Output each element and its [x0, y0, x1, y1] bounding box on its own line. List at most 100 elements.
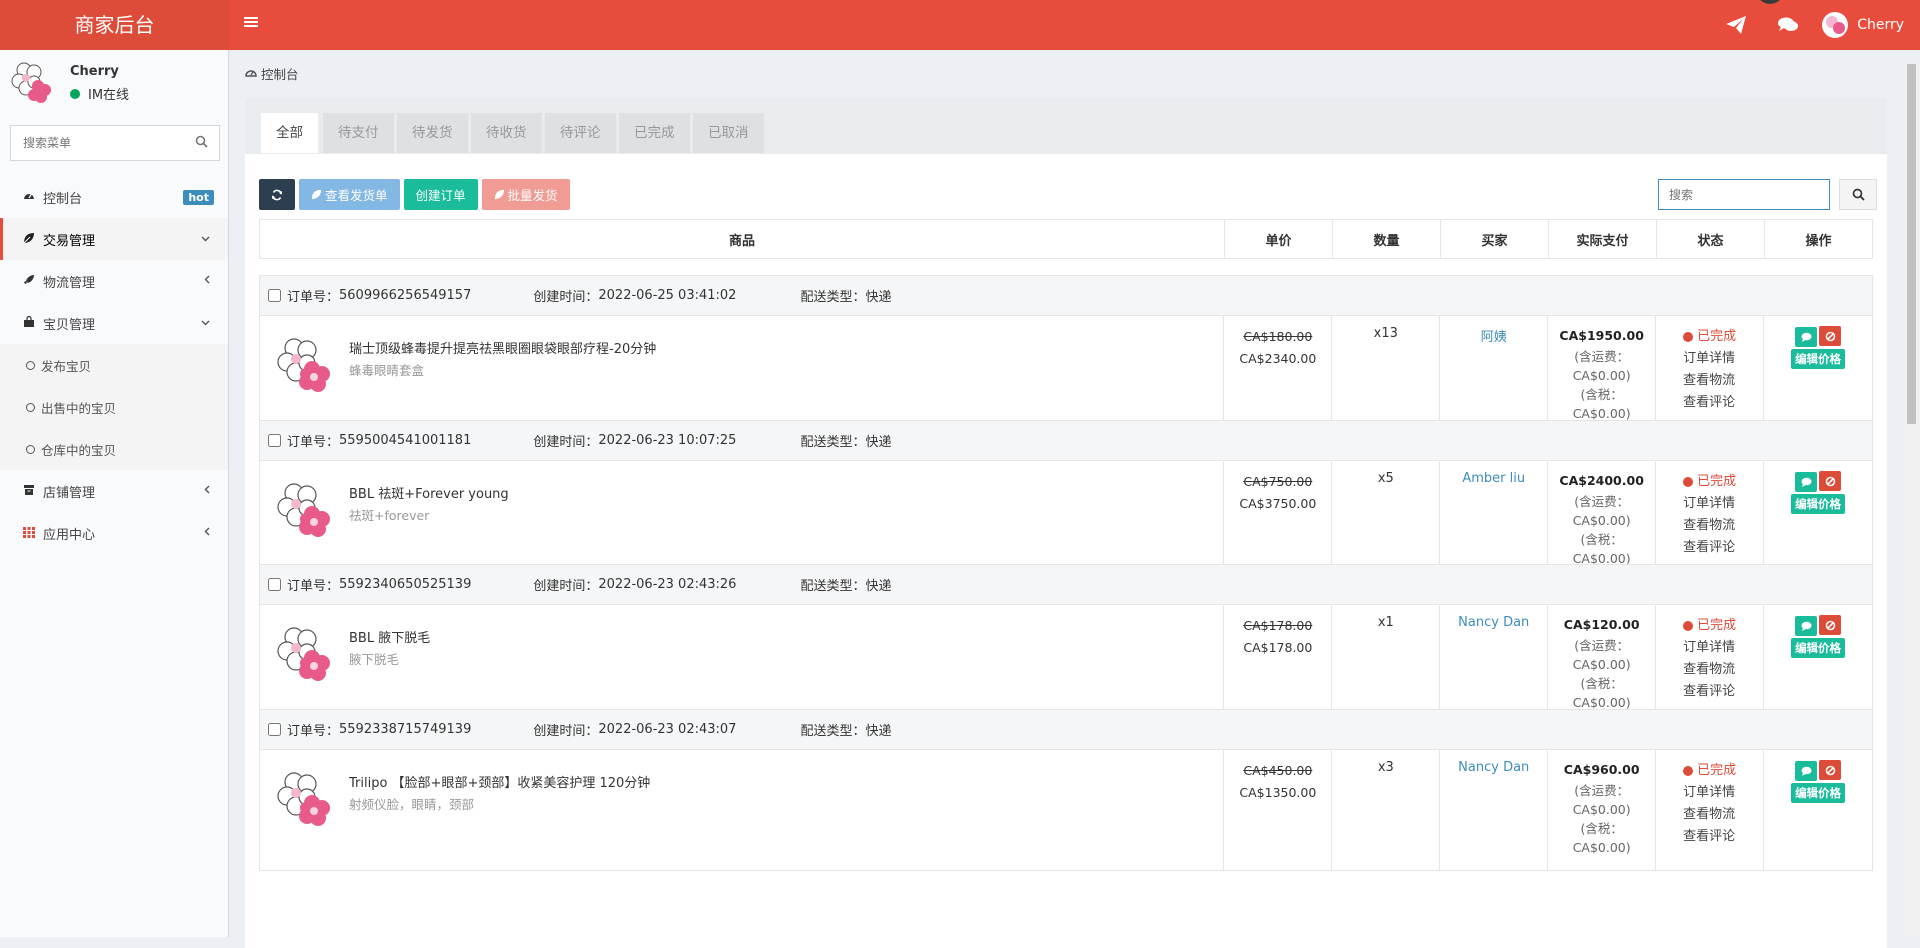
order-search-input[interactable]	[1658, 179, 1830, 210]
view-logistics-link[interactable]: 查看物流	[1683, 515, 1763, 537]
search-icon[interactable]	[195, 135, 209, 149]
user-panel: Cherry IM在线	[0, 50, 228, 115]
sidebar-toggle-icon[interactable]	[244, 14, 258, 33]
refresh-button[interactable]	[259, 179, 295, 210]
user-menu[interactable]: Cherry	[1814, 12, 1920, 38]
goods-thumbnail[interactable]	[274, 768, 336, 830]
goods-name[interactable]: 瑞士顶级蜂毒提升提亮祛黑眼圈眼袋眼部疗程-20分钟	[349, 338, 656, 357]
search-button[interactable]	[1839, 179, 1877, 210]
submenu-label: 仓库中的宝贝	[41, 442, 117, 458]
submenu-on-sale-goods[interactable]: 出售中的宝贝	[0, 386, 228, 428]
delivery-type-label: 配送类型：	[800, 724, 866, 739]
sidebar-item-logistics[interactable]: 物流管理	[0, 260, 228, 302]
scrollbar-thumb[interactable]	[1907, 64, 1916, 424]
buyer-link[interactable]: Amber liu	[1440, 461, 1549, 581]
tab-cancelled[interactable]: 已取消	[693, 113, 764, 153]
view-review-link[interactable]: 查看评论	[1683, 826, 1763, 848]
tab-completed[interactable]: 已完成	[619, 113, 690, 153]
menu-search-input[interactable]	[11, 126, 181, 160]
sidebar-item-apps[interactable]: 应用中心	[0, 512, 228, 554]
order-detail-link[interactable]: 订单详情	[1683, 782, 1763, 804]
tab-pending-review[interactable]: 待评论	[545, 113, 616, 153]
batch-ship-button[interactable]: 批量发货	[481, 179, 570, 210]
view-logistics-link[interactable]: 查看物流	[1683, 370, 1763, 392]
submenu-warehouse-goods[interactable]: 仓库中的宝贝	[0, 428, 228, 470]
cancel-order-button[interactable]	[1819, 615, 1842, 635]
leaf-icon	[311, 189, 322, 200]
unit-price-cell: CA$750.00 CA$3750.00	[1224, 461, 1333, 581]
created-time: 2022-06-23 02:43:26	[598, 577, 737, 592]
page-scrollbar[interactable]	[1903, 64, 1920, 937]
view-logistics-link[interactable]: 查看物流	[1683, 804, 1763, 826]
tab-all[interactable]: 全部	[261, 113, 318, 153]
original-price: CA$450.00	[1243, 763, 1313, 778]
edit-price-button[interactable]: 编辑价格	[1791, 782, 1846, 803]
main-content: 控制台 全部 待支付 待发货 待收货 待评论 已完成 已取消 查看发货单 创建订…	[229, 50, 1920, 948]
ban-icon	[1825, 620, 1835, 630]
cancel-order-button[interactable]	[1819, 326, 1842, 346]
sidebar-item-label: 交易管理	[43, 233, 96, 249]
goods-name[interactable]: BBL 祛斑+Forever young	[349, 483, 509, 502]
chevron-left-icon	[204, 484, 210, 497]
view-review-link[interactable]: 查看评论	[1683, 392, 1763, 414]
view-logistics-link[interactable]: 查看物流	[1683, 659, 1763, 681]
cancel-order-button[interactable]	[1819, 760, 1842, 780]
brand-logo[interactable]: 商家后台	[0, 0, 229, 50]
message-button[interactable]	[1795, 471, 1818, 492]
edit-price-button[interactable]: 编辑价格	[1791, 637, 1846, 658]
breadcrumb-item[interactable]: 控制台	[261, 64, 299, 83]
created-time: 2022-06-25 03:41:02	[598, 288, 737, 303]
created-time-label: 创建时间：	[533, 579, 599, 594]
create-order-button[interactable]: 创建订单	[403, 179, 478, 210]
original-price: CA$750.00	[1243, 474, 1313, 489]
message-button[interactable]	[1795, 326, 1818, 347]
goods-thumbnail[interactable]	[274, 479, 336, 541]
view-review-link[interactable]: 查看评论	[1683, 681, 1763, 703]
order-header: 订单号： 5592340650525139 创建时间： 2022-06-23 02:…	[260, 565, 1872, 605]
buyer-link[interactable]: Nancy Dan	[1440, 750, 1549, 870]
submenu-publish-goods[interactable]: 发布宝贝	[0, 344, 228, 386]
goods-name[interactable]: BBL 腋下脱毛	[349, 627, 430, 646]
view-shipping-button[interactable]: 查看发货单	[299, 179, 400, 210]
tab-pending-shipment[interactable]: 待发货	[397, 113, 468, 153]
created-time: 2022-06-23 02:43:07	[598, 722, 737, 737]
order-detail-link[interactable]: 订单详情	[1683, 637, 1763, 659]
chat-icon[interactable]	[1762, 0, 1814, 50]
unit-price-cell: CA$180.00 CA$2340.00	[1224, 316, 1333, 436]
edit-price-button[interactable]: 编辑价格	[1791, 348, 1846, 369]
order-number: 5592340650525139	[339, 577, 472, 592]
edit-price-button[interactable]: 编辑价格	[1791, 493, 1846, 514]
toolbar: 查看发货单 创建订单 批量发货	[259, 179, 570, 210]
actual-payment: CA$1950.00	[1559, 328, 1644, 343]
message-button[interactable]	[1795, 760, 1818, 781]
send-icon[interactable]	[1710, 0, 1762, 50]
order-detail-link[interactable]: 订单详情	[1683, 348, 1763, 370]
buyer-link[interactable]: Nancy Dan	[1440, 605, 1549, 725]
order-checkbox[interactable]	[268, 723, 281, 736]
payment-cell: CA$2400.00 (含运费： CA$0.00) (含税： CA$0.00)	[1548, 461, 1657, 581]
order-detail-link[interactable]: 订单详情	[1683, 493, 1763, 515]
buyer-link[interactable]: 阿姨	[1440, 316, 1549, 436]
message-button[interactable]	[1795, 615, 1818, 636]
tab-pending-payment[interactable]: 待支付	[323, 113, 394, 153]
order-checkbox[interactable]	[268, 289, 281, 302]
goods-name[interactable]: Trilipo 【脸部+眼部+颈部】收紧美容护理 120分钟	[349, 772, 650, 791]
status-badge: 已完成	[1683, 326, 1763, 348]
leaf-icon	[494, 189, 504, 200]
sidebar-item-shop[interactable]: 店铺管理	[0, 470, 228, 512]
goods-thumbnail[interactable]	[274, 623, 336, 685]
goods-thumbnail[interactable]	[274, 334, 336, 396]
order-checkbox[interactable]	[268, 434, 281, 447]
sidebar-item-goods[interactable]: 宝贝管理	[0, 302, 228, 344]
status-text: 已完成	[1697, 329, 1737, 344]
unit-price: CA$2340.00	[1239, 351, 1317, 366]
cancel-order-button[interactable]	[1819, 471, 1842, 491]
sidebar-item-trade[interactable]: 交易管理	[0, 218, 228, 260]
actual-payment: CA$2400.00	[1559, 473, 1644, 488]
view-review-link[interactable]: 查看评论	[1683, 537, 1763, 559]
order-checkbox[interactable]	[268, 578, 281, 591]
status-badge: 已完成	[1683, 615, 1763, 637]
sidebar-item-dashboard[interactable]: 控制台 hot	[0, 176, 228, 218]
tab-pending-receipt[interactable]: 待收货	[471, 113, 542, 153]
header-buyer: 买家	[1441, 220, 1549, 258]
